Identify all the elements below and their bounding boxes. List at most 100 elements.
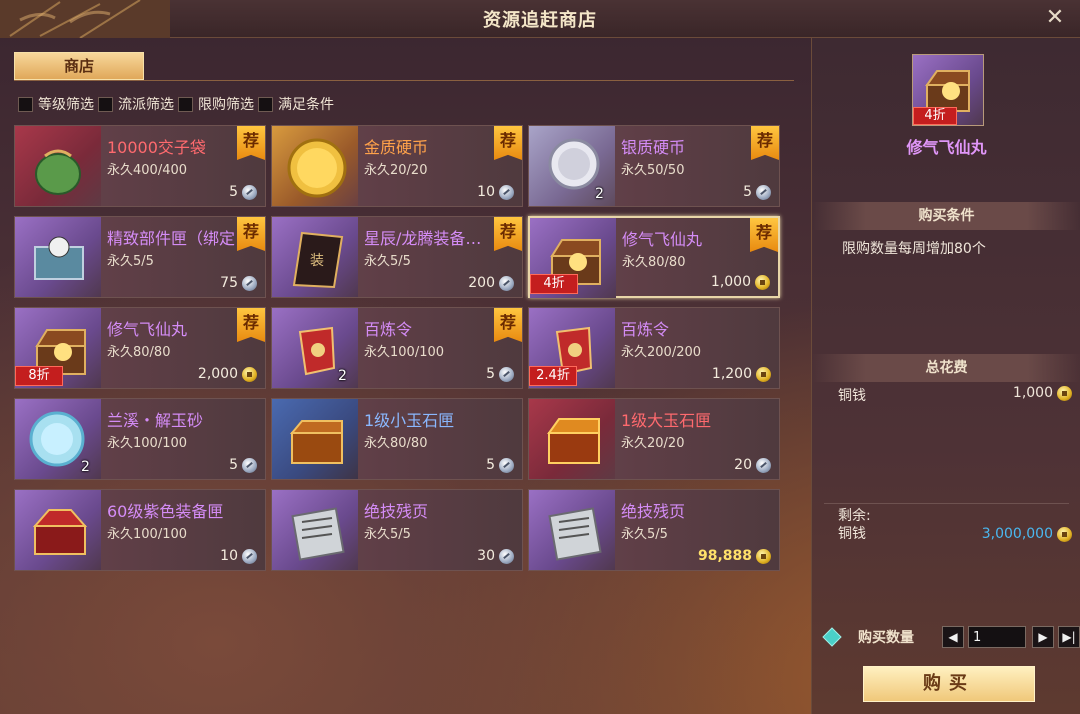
decrease-button[interactable]: ◀	[942, 626, 964, 648]
buy-button[interactable]: 购买	[863, 666, 1035, 702]
item-icon-frame	[15, 490, 101, 570]
shop-item-card[interactable]: 精致部件匣（绑定 永久5/5 75 荐	[14, 216, 266, 298]
close-icon[interactable]: ✕	[1042, 5, 1068, 31]
copper-coin-icon	[756, 548, 771, 564]
item-name: 百炼令	[364, 320, 413, 339]
shop-item-card[interactable]: 银质硬币 永久50/50 5 荐 2	[528, 125, 780, 207]
equipment-box-icon	[32, 509, 88, 555]
item-name: 金质硬币	[364, 138, 429, 157]
item-quantity: 2	[338, 368, 347, 384]
copper-coin-icon	[1057, 526, 1072, 542]
item-name: 修气飞仙丸	[622, 230, 703, 249]
filter-meets[interactable]: 满足条件	[258, 94, 334, 114]
item-stock: 永久20/20	[364, 163, 428, 178]
item-price: 1,000	[711, 274, 770, 290]
item-icon-frame	[272, 126, 358, 206]
tab-shop[interactable]: 商店	[14, 52, 144, 80]
discount-badge: 2.4折	[529, 366, 577, 386]
remain-value-row: 3,000,000	[982, 526, 1072, 542]
detail-item-icon: 4折	[912, 54, 984, 126]
recommend-badge: 荐	[494, 308, 522, 342]
shop-item-card[interactable]: 百炼令永久100/100 5 荐 2	[271, 307, 523, 389]
price-value: 5	[486, 366, 495, 382]
shop-item-card[interactable]: 百炼令 永久200/200 1,200 2.4折	[528, 307, 780, 389]
shop-item-card[interactable]: 金质硬币 永久20/20 10 荐	[271, 125, 523, 207]
checkbox[interactable]	[178, 96, 193, 112]
quantity-row: 购买数量 ◀ ▶ ▶|	[822, 626, 1080, 648]
silver-coin-icon	[499, 548, 514, 564]
checkbox[interactable]	[98, 96, 113, 112]
item-stock: 永久100/100	[364, 345, 445, 360]
item-price: 5	[486, 457, 514, 473]
silver-coin-icon	[242, 457, 257, 473]
silver-coin-icon	[756, 184, 771, 200]
silver-coin-icon	[499, 275, 514, 291]
price-value: 200	[468, 275, 495, 291]
skill-page-icon	[291, 507, 345, 561]
price-value: 5	[743, 184, 752, 200]
shop-item-card[interactable]: 绝技残页 永久5/5 98,888	[528, 489, 780, 571]
title-bar: 资源追赶商店 ✕	[0, 0, 1080, 38]
item-price: 75	[220, 275, 257, 291]
filter-school[interactable]: 流派筛选	[98, 94, 174, 114]
item-name: 绝技残页	[621, 502, 686, 521]
item-price: 5	[486, 366, 514, 382]
tab-divider	[14, 80, 794, 81]
item-name: 1级小玉石匣	[364, 411, 455, 430]
shop-window: 资源追赶商店 ✕ 商店 等级筛选 流派筛选 限购筛选 满足条件 10000交子袋…	[0, 0, 1080, 714]
discount-badge: 4折	[530, 274, 578, 294]
svg-text:装: 装	[310, 253, 324, 269]
shop-item-card[interactable]: 修气飞仙丸 永久80/80 1,000 荐 4折	[528, 216, 780, 298]
shop-item-card[interactable]: 1级小玉石匣永久80/80 5	[271, 398, 523, 480]
increase-button[interactable]: ▶	[1032, 626, 1054, 648]
price-value: 5	[229, 457, 238, 473]
item-quantity: 2	[81, 459, 90, 475]
item-stock: 永久100/100	[107, 527, 188, 542]
item-price: 5	[743, 184, 771, 200]
filter-level[interactable]: 等级筛选	[18, 94, 94, 114]
item-name: 精致部件匣（绑定	[107, 229, 236, 248]
shop-item-card[interactable]: 装 星辰/龙腾装备… 永久5/5 200 荐	[271, 216, 523, 298]
price-value: 10	[477, 184, 495, 200]
equipment-scroll-icon: 装	[292, 231, 344, 289]
price-value: 98,888	[697, 548, 752, 564]
max-button[interactable]: ▶|	[1058, 626, 1080, 648]
silver-coin-icon	[499, 366, 514, 382]
shop-item-card[interactable]: 绝技残页 永久5/5 30	[271, 489, 523, 571]
cost-value-row: 1,000	[1013, 385, 1072, 401]
price-value: 30	[477, 548, 495, 564]
item-icon-frame: 装	[272, 217, 358, 297]
item-stock: 永久5/5	[364, 254, 411, 269]
shop-item-card[interactable]: 兰溪・解玉砂 永久100/100 5 2	[14, 398, 266, 480]
checkbox[interactable]	[258, 96, 273, 112]
item-stock: 永久80/80	[107, 345, 171, 360]
item-price: 1,200	[712, 366, 771, 382]
condition-header: 购买条件	[812, 202, 1080, 230]
item-price: 5	[229, 184, 257, 200]
discount-badge: 8折	[15, 366, 63, 386]
remain-label: 剩余:	[838, 508, 871, 524]
item-price: 10	[220, 548, 257, 564]
skill-page-icon	[548, 507, 602, 561]
detail-discount-badge: 4折	[913, 107, 957, 125]
price-value: 5	[486, 457, 495, 473]
diamond-icon	[822, 627, 842, 647]
item-name: 银质硬币	[621, 138, 686, 157]
filter-label: 流派筛选	[118, 97, 174, 113]
item-stock: 永久5/5	[364, 527, 411, 542]
quantity-input[interactable]	[968, 626, 1026, 648]
item-icon-frame	[529, 490, 615, 570]
checkbox[interactable]	[18, 96, 33, 112]
shop-item-card[interactable]: 修气飞仙丸 永久80/80 2,000 荐 8折	[14, 307, 266, 389]
shop-item-card[interactable]: 60级紫色装备匣 永久100/100 10	[14, 489, 266, 571]
filter-label: 等级筛选	[38, 97, 94, 113]
recommend-badge: 荐	[237, 217, 265, 251]
silver-coin-icon	[242, 275, 257, 291]
item-stock: 永久80/80	[364, 436, 428, 451]
filter-limit[interactable]: 限购筛选	[178, 94, 254, 114]
detail-item-name: 修气飞仙丸	[906, 138, 987, 157]
shop-item-card[interactable]: 1级大玉石匣 永久20/20 20	[528, 398, 780, 480]
parts-box-icon	[34, 236, 84, 280]
item-price: 10	[477, 184, 514, 200]
shop-item-card[interactable]: 10000交子袋 永久400/400 5 荐	[14, 125, 266, 207]
